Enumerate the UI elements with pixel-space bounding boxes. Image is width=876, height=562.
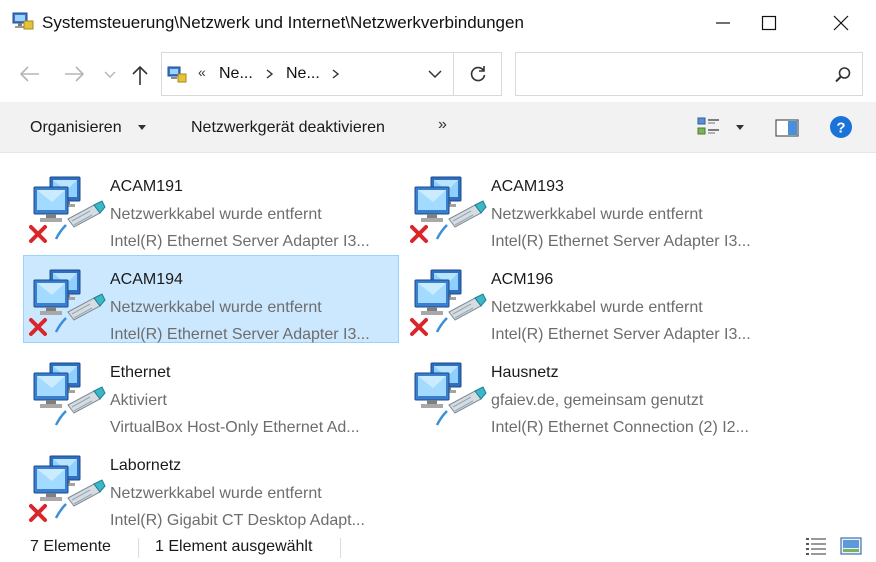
connection-device: Intel(R) Ethernet Server Adapter I3... — [491, 326, 751, 343]
connection-item[interactable]: Ethernet Aktiviert VirtualBox Host-Only … — [23, 348, 399, 436]
caret-down-icon[interactable] — [735, 124, 745, 132]
connection-device: Intel(R) Ethernet Server Adapter I3... — [110, 326, 370, 343]
connection-name: ACAM194 — [110, 271, 183, 288]
search-box[interactable] — [515, 52, 863, 96]
connection-name: ACAM191 — [110, 178, 183, 195]
breadcrumb-item[interactable]: Ne... — [286, 65, 320, 83]
chevron-down-icon — [104, 71, 116, 78]
network-connections-icon — [167, 66, 187, 83]
refresh-icon — [470, 66, 486, 82]
connection-device: Intel(R) Gigabit CT Desktop Adapt... — [110, 512, 365, 529]
connection-status: Aktiviert — [110, 392, 167, 409]
connection-status: Netzwerkkabel wurde entfernt — [491, 206, 703, 223]
deactivate-device-button[interactable]: Netzwerkgerät deaktivieren — [191, 119, 385, 137]
more-commands-button[interactable]: » — [438, 116, 447, 134]
connection-device: Intel(R) Ethernet Server Adapter I3... — [110, 233, 370, 250]
up-button[interactable] — [126, 60, 154, 88]
item-count: 7 Elemente — [30, 538, 111, 555]
connection-item[interactable]: Hausnetz gfaiev.de, gemeinsam genutzt In… — [404, 348, 780, 436]
network-disconnected-icon — [410, 269, 487, 336]
navigation-bar: « Ne... Ne... — [0, 46, 876, 102]
connection-name: Hausnetz — [491, 364, 559, 381]
recent-locations-button[interactable] — [100, 60, 120, 88]
close-button[interactable] — [818, 0, 864, 46]
network-disconnected-icon — [29, 269, 106, 336]
connection-item[interactable]: ACAM191 Netzwerkkabel wurde entfernt Int… — [23, 162, 399, 250]
chevron-right-icon[interactable] — [264, 65, 276, 83]
chevron-down-icon — [428, 70, 442, 79]
back-button[interactable] — [16, 60, 44, 88]
organize-button[interactable]: Organisieren — [30, 119, 122, 137]
connection-item[interactable]: Labornetz Netzwerkkabel wurde entfernt I… — [23, 441, 399, 529]
refresh-button[interactable] — [454, 53, 502, 95]
chevron-right-icon[interactable] — [330, 65, 342, 83]
arrow-up-icon — [132, 65, 148, 85]
status-divider — [340, 538, 341, 558]
search-icon[interactable] — [834, 66, 852, 84]
connection-device: Intel(R) Ethernet Connection (2) I2... — [491, 419, 749, 436]
connection-name: ACAM193 — [491, 178, 564, 195]
title-bar: Systemsteuerung\Netzwerk und Internet\Ne… — [0, 0, 876, 46]
command-bar: Organisieren Netzwerkgerät deaktivieren … — [0, 102, 876, 153]
connection-status: Netzwerkkabel wurde entfernt — [491, 299, 703, 316]
connection-name: Labornetz — [110, 457, 182, 474]
address-overflow-chevron[interactable]: « — [198, 64, 206, 80]
connection-item[interactable]: ACAM194 Netzwerkkabel wurde entfernt Int… — [23, 255, 399, 343]
maximize-icon — [761, 15, 777, 31]
close-icon — [833, 15, 849, 31]
minimize-icon — [716, 22, 730, 24]
search-input[interactable] — [524, 61, 824, 87]
network-adapter-icon — [33, 362, 106, 426]
arrow-left-icon — [19, 66, 39, 82]
network-disconnected-icon — [410, 176, 487, 243]
connection-status: gfaiev.de, gemeinsam genutzt — [491, 392, 704, 409]
maximize-button[interactable] — [746, 0, 792, 46]
selection-count: 1 Element ausgewählt — [155, 538, 313, 555]
caret-down-icon[interactable] — [137, 124, 147, 132]
change-view-icon[interactable] — [697, 116, 721, 138]
connection-item[interactable]: ACM196 Netzwerkkabel wurde entfernt Inte… — [404, 255, 780, 343]
connection-device: Intel(R) Ethernet Server Adapter I3... — [491, 233, 751, 250]
svg-text:?: ? — [836, 120, 845, 137]
connection-list: ACAM191 Netzwerkkabel wurde entfernt Int… — [0, 153, 876, 530]
minimize-button[interactable] — [700, 0, 746, 46]
connection-status: Netzwerkkabel wurde entfernt — [110, 299, 322, 316]
network-disconnected-icon — [29, 176, 106, 243]
help-icon[interactable]: ? — [829, 115, 853, 139]
network-adapter-icon — [414, 362, 487, 426]
large-icons-view-icon[interactable] — [840, 536, 862, 556]
forward-button[interactable] — [60, 60, 88, 88]
preview-pane-icon[interactable] — [775, 118, 799, 138]
address-history-dropdown[interactable] — [417, 53, 453, 95]
connection-item[interactable]: ACAM193 Netzwerkkabel wurde entfernt Int… — [404, 162, 780, 250]
breadcrumb-item[interactable]: Ne... — [219, 65, 253, 83]
network-disconnected-icon — [29, 455, 106, 522]
connection-status: Netzwerkkabel wurde entfernt — [110, 206, 322, 223]
window-title: Systemsteuerung\Netzwerk und Internet\Ne… — [42, 13, 524, 32]
connection-name: Ethernet — [110, 364, 171, 381]
connection-device: VirtualBox Host-Only Ethernet Ad... — [110, 419, 360, 436]
network-connections-icon — [12, 12, 34, 30]
connection-status: Netzwerkkabel wurde entfernt — [110, 485, 322, 502]
arrow-right-icon — [65, 66, 85, 82]
status-bar: 7 Elemente 1 Element ausgewählt — [0, 530, 876, 562]
status-divider — [138, 538, 139, 558]
address-bar[interactable]: « Ne... Ne... — [161, 52, 502, 96]
connection-name: ACM196 — [491, 271, 554, 288]
details-view-icon[interactable] — [805, 536, 827, 556]
